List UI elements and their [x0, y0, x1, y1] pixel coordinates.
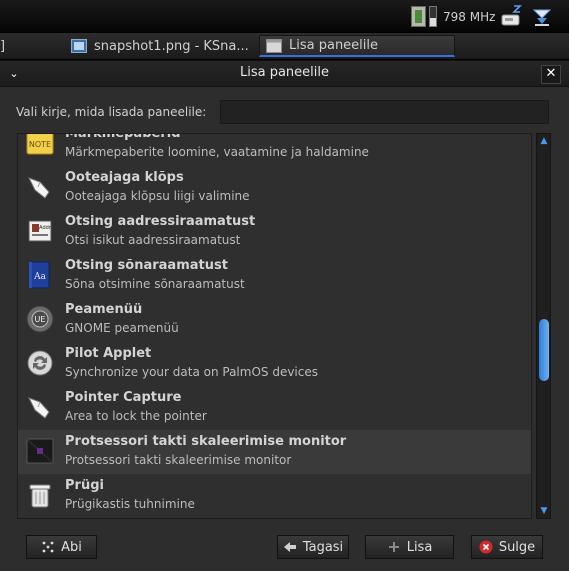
main-menu-icon: UE [26, 305, 54, 333]
help-button-label: Abi [61, 539, 82, 555]
cpu-chip-icon [411, 6, 426, 27]
add-button-label: Lisa [406, 539, 433, 555]
list-item-main-menu[interactable]: UE Peamenüü GNOME peamenüü [18, 298, 531, 342]
taskbar-item-window[interactable]: ] [0, 35, 30, 57]
item-desc: Protsessori takti skaleerimise monitor [65, 453, 292, 467]
dialog-titlebar[interactable]: ⌄ Lisa paneelile ✕ [0, 61, 569, 87]
search-input[interactable] [220, 100, 549, 124]
close-button-label: Sulge [498, 539, 536, 555]
cpu-scaling-icon [26, 438, 54, 464]
back-arrow-icon [283, 542, 296, 552]
list-item-dwell-click[interactable]: Ooteajaga klõps Ooteajaga klõpsu liigi v… [18, 166, 531, 210]
help-icon [42, 541, 54, 553]
help-button[interactable]: Abi [26, 535, 97, 559]
trash-icon [29, 484, 51, 508]
item-desc: Prügikastis tuhnimine [65, 497, 195, 511]
item-name: Märkmepaberid [65, 133, 181, 141]
window-icon [266, 38, 282, 53]
dwell-click-icon [27, 177, 50, 199]
scroll-up-icon[interactable]: ▲ [539, 136, 549, 146]
cpu-frequency-applet[interactable]: 798 MHz [411, 6, 495, 27]
item-desc: Area to lock the pointer [65, 409, 207, 423]
cpu-load-bar [429, 6, 437, 27]
close-circle-icon [479, 540, 493, 554]
scroll-down-icon[interactable]: ▼ [539, 506, 549, 516]
back-button[interactable]: Tagasi [277, 535, 349, 559]
scroll-thumb[interactable] [539, 319, 549, 381]
pilot-applet-icon [27, 350, 53, 376]
task-label: Lisa paneelile [289, 38, 379, 53]
back-button-label: Tagasi [302, 539, 344, 555]
taskbar-item-lisa-paneelile[interactable]: Lisa paneelile [259, 35, 455, 57]
item-name: Ooteajaga klõps [65, 170, 184, 185]
item-desc: Ooteajaga klõpsu liigi valimine [65, 189, 250, 203]
task-label: ] [0, 38, 6, 54]
svg-text:Addr: Addr [39, 225, 52, 231]
list-item-cpu-scaling-monitor[interactable]: Protsessori takti skaleerimise monitor P… [18, 430, 531, 474]
item-name: Prügi [65, 478, 104, 493]
address-book-icon: Addr [28, 220, 52, 242]
update-notifier-icon[interactable] [500, 4, 524, 28]
taskbar: ] snapshot1.png - KSna... Lisa paneelile [0, 33, 569, 60]
ksnapshot-icon [71, 39, 87, 53]
dialog-title: Lisa paneelile [239, 65, 329, 80]
add-button[interactable]: Lisa [365, 535, 454, 559]
item-name: Otsing aadressiraamatust [65, 214, 256, 229]
list-item-address-book[interactable]: Addr Otsing aadressiraamatust Otsi isiku… [18, 210, 531, 254]
cpu-frequency-text: 798 MHz [443, 9, 496, 24]
item-name: Protsessori takti skaleerimise monitor [65, 434, 347, 449]
list-item-sticky-notes[interactable]: NOTE Märkmepaberid Märkmepaberite loomin… [18, 133, 531, 166]
svg-text:Aa: Aa [33, 272, 46, 282]
sticky-notes-icon: NOTE [26, 134, 54, 155]
item-desc: Synchronize your data on PalmOS devices [65, 365, 318, 379]
item-name: Otsing sõnaraamatust [65, 258, 228, 273]
item-desc: Märkmepaberite loomine, vaatamine ja hal… [65, 145, 369, 159]
close-icon[interactable]: ✕ [541, 65, 561, 84]
list-item-trash[interactable]: Prügi Prügikastis tuhnimine [18, 474, 531, 518]
close-button[interactable]: Sulge [471, 535, 543, 559]
list-item-pointer-capture[interactable]: Pointer Capture Area to lock the pointer [18, 386, 531, 430]
dictionary-icon: Aa [29, 261, 50, 289]
pointer-capture-icon [27, 397, 50, 419]
network-icon[interactable] [530, 4, 554, 28]
svg-text:NOTE: NOTE [29, 140, 51, 149]
task-label: snapshot1.png - KSna... [94, 38, 249, 54]
add-icon [388, 542, 399, 552]
applet-list[interactable]: NOTE Märkmepaberid Märkmepaberite loomin… [17, 133, 532, 519]
item-name: Pointer Capture [65, 390, 182, 405]
item-desc: Sõna otsimine sõnaraamatust [65, 277, 245, 291]
add-to-panel-dialog: ⌄ Lisa paneelile ✕ Vali kirje, mida lisa… [0, 60, 569, 571]
list-item-pilot-applet[interactable]: Pilot Applet Synchronize your data on Pa… [18, 342, 531, 386]
item-name: Peamenüü [65, 302, 143, 317]
item-name: Pilot Applet [65, 346, 152, 361]
list-scrollbar[interactable]: ▲ ▼ [536, 133, 551, 519]
top-panel: 798 MHz [0, 0, 569, 33]
svg-text:UE: UE [35, 315, 46, 324]
item-desc: GNOME peamenüü [65, 321, 179, 335]
list-item-dictionary[interactable]: Aa Otsing sõnaraamatust Sõna otsimine sõ… [18, 254, 531, 298]
taskbar-item-ksnapshot[interactable]: snapshot1.png - KSna... [71, 35, 251, 57]
search-label: Vali kirje, mida lisada paneelile: [16, 105, 207, 119]
item-desc: Otsi isikut aadressiraamatust [65, 233, 241, 247]
